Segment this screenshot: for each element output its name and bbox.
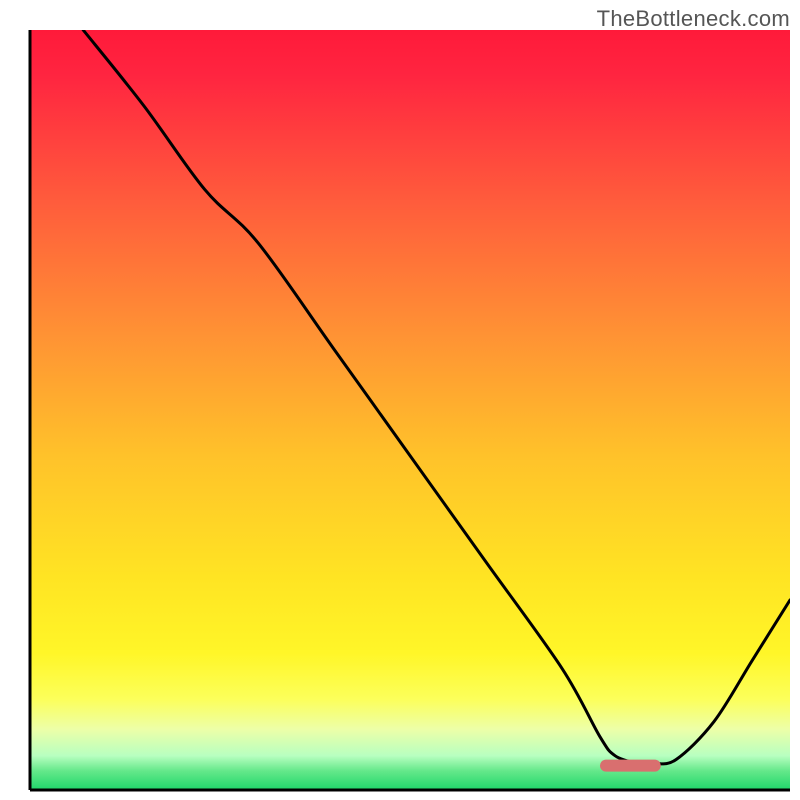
bottleneck-chart [0,0,800,800]
gradient-background [30,30,790,790]
optimum-marker [600,760,661,772]
chart-stage: TheBottleneck.com [0,0,800,800]
